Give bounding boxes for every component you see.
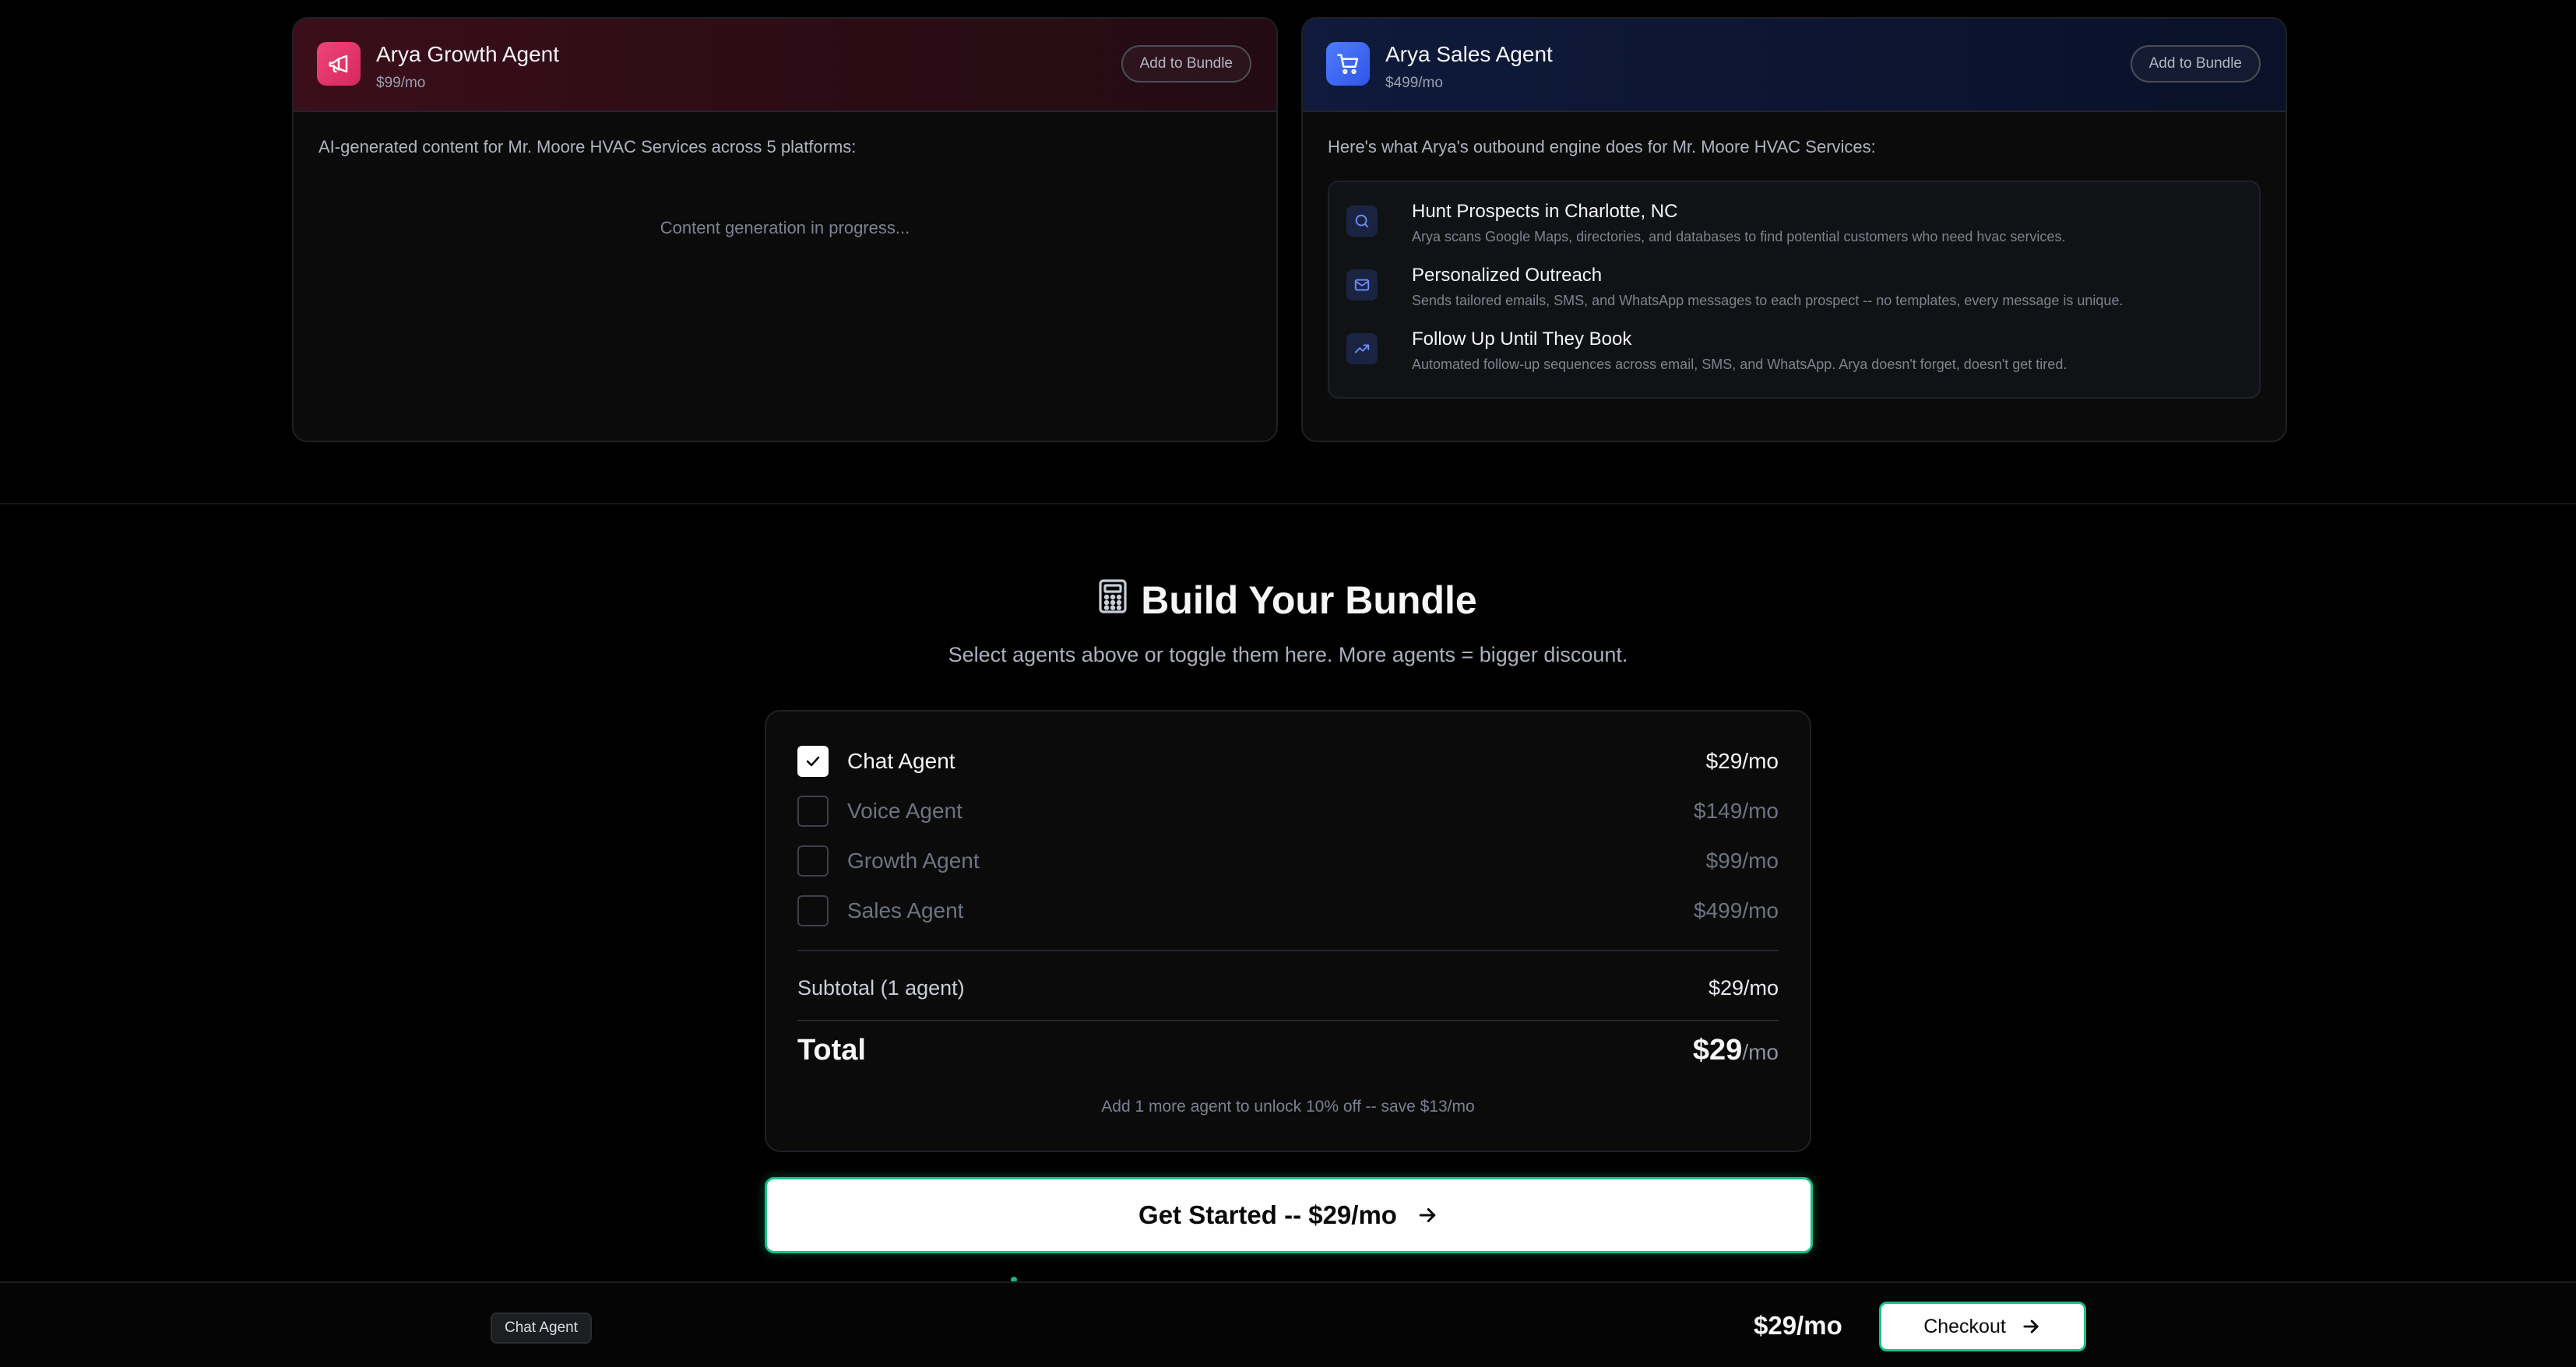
arrow-right-icon [2023, 1320, 2039, 1334]
sales-card-intro: Here's what Arya's outbound engine does … [1328, 137, 1876, 156]
mail-icon [1346, 269, 1378, 300]
calculator-icon [1099, 578, 1127, 623]
step-title: Follow Up Until They Book [1412, 329, 1632, 350]
selected-agent-chip: Chat Agent [491, 1313, 593, 1344]
discount-unlock-note: Add 1 more agent to unlock 10% off -- sa… [1101, 1098, 1475, 1116]
checkout-label: Checkout [1923, 1315, 2006, 1337]
sales-agent-checkbox[interactable] [797, 895, 829, 926]
step-description: Arya scans Google Maps, directories, and… [1412, 229, 2066, 244]
content-progress-status: Content generation in progress... [660, 218, 910, 237]
bundle-panel: Chat Agent $29/mo Voice Agent $149/mo Gr… [765, 710, 1811, 1152]
total-label: Total [797, 1034, 866, 1067]
bundle-title: Build Your Bundle [1141, 578, 1477, 622]
bundle-row-voice-agent[interactable]: Voice Agent $149/mo [797, 794, 1779, 828]
sales-steps-list: Hunt Prospects in Charlotte, NC Arya sca… [1328, 181, 2261, 399]
bundle-row-label: Sales Agent [847, 898, 964, 922]
growth-add-to-bundle-button[interactable]: Add to Bundle [1121, 45, 1251, 83]
step-description: Automated follow-up sequences across ema… [1412, 357, 2067, 372]
arrow-right-icon [1419, 1208, 1436, 1222]
growth-agent-title: Arya Growth Agent [376, 42, 560, 66]
sales-add-to-bundle-button[interactable]: Add to Bundle [2130, 45, 2261, 83]
sales-agent-title: Arya Sales Agent [1385, 42, 1553, 66]
check-icon [806, 756, 820, 767]
growth-agent-card: Arya Growth Agent $99/mo Add to Bundle A… [292, 17, 1278, 442]
growth-card-header: Arya Growth Agent $99/mo Add to Bundle [294, 19, 1276, 112]
bar-total-price: $29/mo [1754, 1311, 1842, 1340]
megaphone-icon [317, 42, 361, 86]
sales-agent-price: $499/mo [1385, 75, 1443, 91]
trending-up-icon [1346, 333, 1378, 364]
growth-agent-checkbox[interactable] [797, 845, 829, 877]
bundle-row-price: $99/mo [1705, 849, 1779, 873]
subtotal-label: Subtotal (1 agent) [797, 976, 965, 1000]
bundle-row-chat-agent[interactable]: Chat Agent $29/mo [797, 744, 1779, 778]
growth-agent-price: $99/mo [376, 75, 426, 91]
subtotal-value: $29/mo [1708, 976, 1779, 1000]
bundle-row-price: $29/mo [1705, 749, 1779, 773]
get-started-label: Get Started -- $29/mo [1138, 1200, 1397, 1229]
bundle-divider [797, 950, 1779, 951]
search-icon [1346, 206, 1378, 237]
total-amount: $29 [1692, 1034, 1743, 1067]
sales-step: Follow Up Until They Book Automated foll… [1346, 329, 2242, 385]
bundle-row-label: Growth Agent [847, 849, 980, 873]
sales-card-header: Arya Sales Agent $499/mo Add to Bundle [1303, 19, 2286, 112]
sales-agent-card: Arya Sales Agent $499/mo Add to Bundle H… [1301, 17, 2287, 442]
bundle-row-label: Chat Agent [847, 749, 955, 773]
bundle-row-label: Voice Agent [847, 799, 962, 823]
total-period: /mo [1742, 1040, 1779, 1064]
checkout-button[interactable]: Checkout [1879, 1302, 2086, 1351]
bundle-heading: Build Your Bundle [0, 578, 2576, 623]
step-title: Personalized Outreach [1412, 265, 1603, 286]
bundle-divider [797, 1020, 1779, 1021]
get-started-button[interactable]: Get Started -- $29/mo [765, 1177, 1813, 1253]
section-divider [0, 503, 2576, 504]
total-value: $29/mo [1693, 1034, 1779, 1067]
step-description: Sends tailored emails, SMS, and WhatsApp… [1412, 293, 2124, 308]
bundle-row-sales-agent[interactable]: Sales Agent $499/mo [797, 894, 1779, 928]
sales-step: Hunt Prospects in Charlotte, NC Arya sca… [1346, 201, 2242, 257]
sticky-checkout-bar: Chat Agent $29/mo Checkout [0, 1281, 2576, 1367]
bundle-row-price: $499/mo [1694, 898, 1779, 922]
voice-agent-checkbox[interactable] [797, 796, 829, 827]
sales-step: Personalized Outreach Sends tailored ema… [1346, 265, 2242, 321]
bundle-row-price: $149/mo [1694, 799, 1779, 823]
step-title: Hunt Prospects in Charlotte, NC [1412, 201, 1678, 222]
cart-icon [1326, 42, 1370, 86]
chat-agent-checkbox[interactable] [797, 746, 829, 777]
bundle-subtitle: Select agents above or toggle them here.… [948, 643, 1628, 666]
bundle-row-growth-agent[interactable]: Growth Agent $99/mo [797, 844, 1779, 878]
growth-card-intro: AI-generated content for Mr. Moore HVAC … [318, 137, 857, 156]
